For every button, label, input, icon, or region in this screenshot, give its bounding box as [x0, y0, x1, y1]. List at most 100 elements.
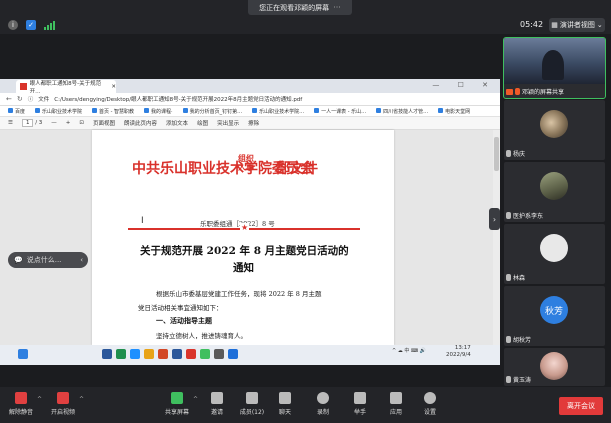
share-screen-label: 共享屏幕 — [164, 409, 189, 416]
sharing-banner[interactable]: 您正在观看邓颖的屏幕 ··· — [248, 0, 352, 15]
chat-button[interactable]: 聊天 — [268, 392, 302, 416]
shared-screen: 眼人都职工通知8号-关于规范开… ✕ — ☐ ✕ ← ↻ ⓘ 文件 C:/Use… — [0, 79, 500, 365]
grid-icon: ▦ — [551, 21, 558, 29]
address-url[interactable]: C:/Users/dengying/Desktop/眼人都职工通知8号-关于规范… — [54, 95, 302, 103]
participant-tile[interactable]: 杨庆 — [504, 100, 605, 160]
settings-button[interactable]: 设置 — [413, 392, 447, 416]
record-label: 录制 — [316, 409, 329, 416]
participant-tile[interactable]: 医护系李东 — [504, 162, 605, 222]
participant-tile[interactable]: 林森 — [504, 224, 605, 284]
fit-page-icon[interactable]: ⊡ — [79, 120, 84, 126]
info-icon: ⓘ — [27, 97, 34, 103]
wechat-app-icon[interactable] — [200, 349, 210, 359]
chevron-up-icon[interactable]: ^ — [37, 396, 42, 403]
zoom-in-icon[interactable]: + — [66, 120, 71, 126]
default-avatar-icon — [540, 234, 568, 262]
word-app-icon[interactable] — [102, 349, 112, 359]
highlight-button[interactable]: 突出显示 — [217, 119, 239, 127]
bookmark-item[interactable]: 百度 — [8, 107, 25, 115]
excel-app-icon[interactable] — [116, 349, 126, 359]
window-controls[interactable]: — ☐ ✕ — [432, 81, 496, 89]
close-icon[interactable]: ✕ — [111, 84, 116, 90]
bookmark-item[interactable]: 乐山职业技术学院 — [35, 107, 82, 115]
chevron-left-icon[interactable]: ‹ — [80, 256, 83, 264]
bookmark-item[interactable]: 四川省技能人才管… — [376, 107, 428, 115]
back-icon[interactable]: ← — [6, 95, 12, 103]
doc-header-org: 组织 人事 — [238, 154, 254, 172]
meeting-app-icon[interactable] — [228, 349, 238, 359]
explorer-app-icon[interactable] — [144, 349, 154, 359]
share-screen-icon — [171, 392, 183, 404]
participant-name: 胡秋芳 — [513, 337, 532, 344]
app-icon[interactable] — [214, 349, 224, 359]
system-tray[interactable]: ^ ☁ 中 ⌨ 🔊 — [392, 347, 426, 354]
info-icon[interactable]: i — [8, 20, 18, 30]
unmute-button[interactable]: 解除静音 ^ — [4, 392, 42, 416]
taskbar-clock: 13:17 2022/9/4 — [446, 345, 471, 359]
bookmark-item[interactable]: 一人一课表 - 乐山… — [314, 107, 366, 115]
bookmark-item[interactable]: 我的课程· — [144, 107, 173, 115]
participant-tile[interactable]: 黄玉涛 — [504, 348, 605, 386]
page-indicator[interactable]: 1 / 3 — [21, 119, 42, 127]
app-icon[interactable] — [172, 349, 182, 359]
chat-icon — [279, 392, 291, 404]
read-aloud-button[interactable]: 朗读此页内容 — [124, 119, 157, 127]
doc-heading-line2: 通知 — [233, 262, 254, 274]
browser-tab[interactable]: 眼人都职工通知8号-关于规范开… ✕ — [16, 80, 116, 95]
pdf-page: 中共乐山职业技术学院委员会 组织 人事 部文件 I 乐职委组通［2022］8 号… — [92, 130, 394, 345]
chat-bubble-icon: 💬 — [14, 256, 23, 264]
record-button[interactable]: 录制 — [306, 392, 340, 416]
apps-button[interactable]: 应用 — [379, 392, 413, 416]
participant-name: 林森 — [513, 275, 526, 282]
chevron-up-icon[interactable]: ^ — [193, 396, 198, 403]
members-button[interactable]: 成员(12) — [235, 392, 269, 416]
draw-button[interactable]: 绘图 — [197, 119, 208, 127]
participant-tile[interactable]: 秋芳 胡秋芳 — [504, 286, 605, 346]
invite-button[interactable]: 邀请 — [200, 392, 234, 416]
apps-icon — [390, 392, 402, 404]
start-video-button[interactable]: 开启视频 ^ — [46, 392, 84, 416]
invite-label: 邀请 — [210, 409, 223, 416]
avatar — [540, 352, 568, 380]
refresh-icon[interactable]: ↻ — [17, 95, 23, 103]
start-video-label: 开启视频 — [50, 409, 75, 416]
bookmark-item[interactable]: 乐山职业技术学院… — [252, 107, 304, 115]
leave-meeting-button[interactable]: 离开会议 — [559, 397, 603, 415]
signal-icon[interactable] — [44, 20, 55, 30]
erase-button[interactable]: 擦除 — [248, 119, 259, 127]
mic-icon — [515, 88, 520, 95]
view-mode-label: 演讲者视图 — [559, 21, 595, 29]
collapse-panel-button[interactable]: › — [489, 208, 500, 230]
bookmark-item[interactable]: 首页 - 智慧职教 — [92, 107, 134, 115]
shield-icon[interactable]: ✓ — [26, 20, 36, 30]
raise-hand-button[interactable]: 举手 — [343, 392, 377, 416]
taskbar-date: 2022/9/4 — [446, 352, 471, 358]
powerpoint-app-icon[interactable] — [158, 349, 168, 359]
chevron-down-icon: ⌄ — [596, 21, 603, 29]
address-bar[interactable]: ← ↻ ⓘ 文件 C:/Users/dengying/Desktop/眼人都职工… — [0, 93, 500, 106]
participant-tile[interactable]: 邓颖的屏幕共享 — [503, 37, 606, 99]
menu-icon[interactable]: ☰ — [8, 120, 13, 126]
avatar — [540, 172, 568, 200]
pdf-scrollbar-thumb[interactable] — [494, 137, 499, 171]
chevron-up-icon[interactable]: ^ — [79, 396, 84, 403]
bookmark-item[interactable]: 我的分析首页_钉钉第… — [182, 107, 242, 115]
more-icon[interactable]: ··· — [333, 3, 341, 12]
pdf-icon — [20, 83, 27, 90]
mic-off-icon — [506, 150, 511, 157]
view-mode-button[interactable]: ▦ 演讲者视图 ⌄ — [549, 18, 605, 32]
mic-off-icon — [506, 376, 511, 383]
top-status-icons: i ✓ — [8, 20, 55, 30]
share-screen-button[interactable]: 共享屏幕 ^ — [160, 392, 198, 416]
windows-start-icon[interactable] — [18, 349, 28, 359]
chat-input[interactable]: 💬 说点什么... ‹ — [8, 252, 88, 268]
bookmark-item[interactable]: 电影天堂网 — [438, 107, 470, 115]
add-text-button[interactable]: 添加文本 — [166, 119, 188, 127]
zoom-out-icon[interactable]: — — [51, 120, 57, 126]
pdf-app-icon[interactable] — [186, 349, 196, 359]
pdf-toolbar: ☰ 1 / 3 — + ⊡ 页面视图 朗读此页内容 添加文本 绘图 突出显示 擦… — [0, 117, 500, 130]
edge-app-icon[interactable] — [130, 349, 140, 359]
page-view-button[interactable]: 页面视图 — [93, 119, 115, 127]
avatar — [540, 110, 568, 138]
avatar: 秋芳 — [540, 296, 568, 324]
